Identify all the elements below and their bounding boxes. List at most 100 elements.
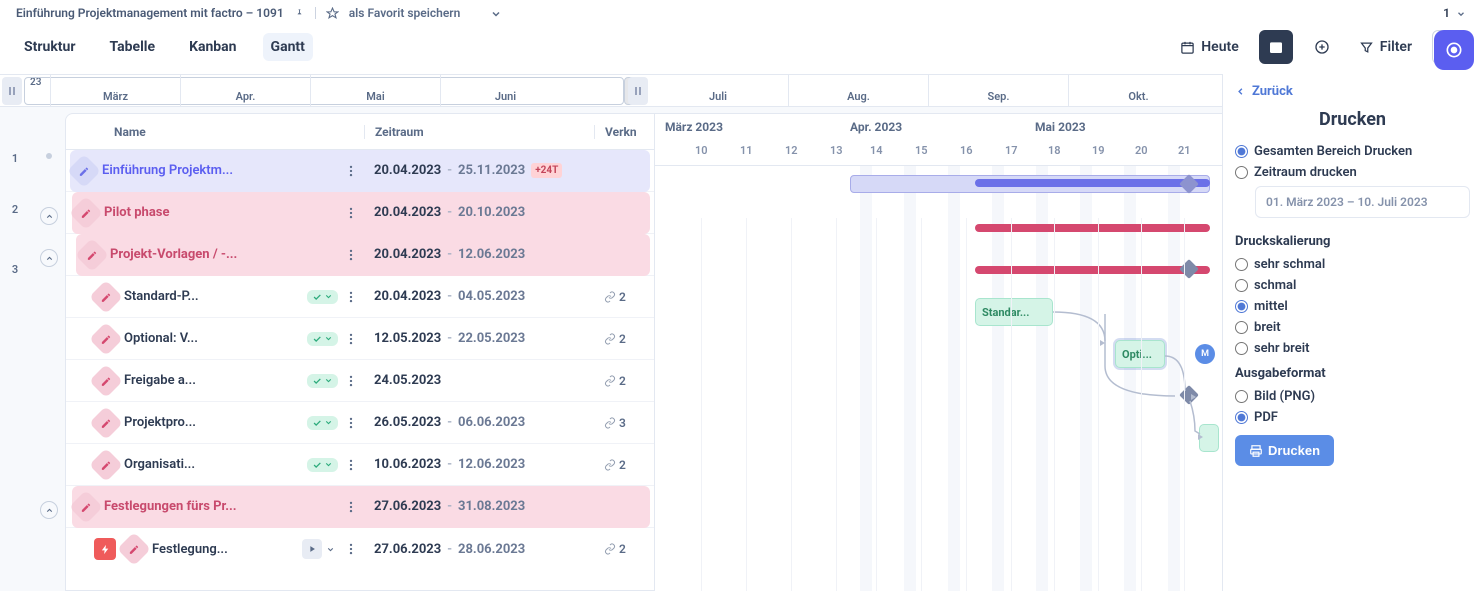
row-name[interactable]: Freigabe a... <box>118 373 307 388</box>
back-button[interactable]: Zurück <box>1235 84 1470 99</box>
row-zeitraum: 20.04.2023 - 20.10.2023 <box>364 205 594 220</box>
tab-kanban[interactable]: Kanban <box>181 33 244 61</box>
row-more-icon[interactable] <box>338 410 364 436</box>
pencil-icon[interactable] <box>69 196 103 230</box>
level-column: 1 2 3 <box>0 107 30 591</box>
table-row[interactable]: Festlegung...27.06.2023 - 28.06.2023 2 <box>66 528 654 570</box>
mini-timeline[interactable]: 23 März Apr. Mai Juni Juli Aug. Sep. Okt… <box>0 75 1222 107</box>
link-count[interactable]: 2 <box>594 458 654 472</box>
table-row[interactable]: Pilot phase 20.04.2023 - 20.10.2023 <box>66 192 654 234</box>
radio-print-all[interactable]: Gesamten Bereich Drucken <box>1235 144 1470 159</box>
user-chevron-icon[interactable] <box>1456 6 1466 20</box>
play-icon[interactable] <box>302 539 322 559</box>
link-count[interactable]: 2 <box>594 542 654 556</box>
link-count[interactable]: 2 <box>594 290 654 304</box>
row-name[interactable]: Festlegung... <box>146 542 302 557</box>
row-name[interactable]: Festlegungen fürs Pr... <box>98 499 338 514</box>
row-more-icon[interactable] <box>338 494 364 520</box>
print-button[interactable]: Drucken <box>1235 435 1334 466</box>
row-name[interactable]: Organisati... <box>118 457 307 472</box>
chevron-down-icon[interactable] <box>490 6 502 20</box>
avatar[interactable]: M <box>1195 344 1215 364</box>
col-verknuepft[interactable]: Verkn <box>594 125 654 139</box>
star-icon[interactable] <box>326 6 339 20</box>
link-count[interactable]: 3 <box>594 416 654 430</box>
pencil-icon[interactable] <box>89 448 123 482</box>
status-done[interactable] <box>307 332 338 346</box>
pencil-icon[interactable] <box>69 490 103 524</box>
pencil-icon[interactable] <box>89 322 123 356</box>
row-more-icon[interactable] <box>338 536 364 562</box>
row-more-icon[interactable] <box>338 158 364 184</box>
timeline-right-handle[interactable] <box>628 77 648 105</box>
row-more-icon[interactable] <box>338 368 364 394</box>
row-name[interactable]: Optional: V... <box>118 331 307 346</box>
week-label: 18 <box>1048 144 1061 157</box>
play-chevron[interactable] <box>322 539 338 559</box>
gantt-task-projekt[interactable] <box>1199 424 1219 452</box>
row-name[interactable]: Projektpro... <box>118 415 307 430</box>
gantt-task-standard[interactable]: Standar... <box>975 298 1053 326</box>
col-zeitraum[interactable]: Zeitraum <box>364 125 594 139</box>
table-row[interactable]: Optional: V...12.05.2023 - 22.05.2023 2 <box>66 318 654 360</box>
collapse-node[interactable] <box>40 207 58 225</box>
status-done[interactable] <box>307 458 338 472</box>
status-done[interactable] <box>307 290 338 304</box>
row-name[interactable]: Standard-P... <box>118 289 307 304</box>
pencil-icon[interactable] <box>117 532 151 566</box>
row-more-icon[interactable] <box>338 452 364 478</box>
status-done[interactable] <box>307 374 338 388</box>
row-more-icon[interactable] <box>338 284 364 310</box>
tab-tabelle[interactable]: Tabelle <box>102 33 164 61</box>
row-name[interactable]: Einführung Projektm... <box>96 163 338 178</box>
row-more-icon[interactable] <box>338 200 364 226</box>
collapse-node[interactable] <box>40 249 58 267</box>
radio-scale-0[interactable]: sehr schmal <box>1235 257 1470 272</box>
user-badge[interactable]: 1 <box>1443 6 1450 20</box>
gantt-task-optional[interactable]: Opti... <box>1115 340 1165 368</box>
radio-print-range[interactable]: Zeitraum drucken <box>1235 165 1470 180</box>
gantt-chart[interactable]: März 2023Apr. 2023Mai 202310111213141516… <box>655 113 1222 591</box>
col-name[interactable]: Name <box>106 125 364 139</box>
link-count[interactable]: 2 <box>594 374 654 388</box>
pencil-icon[interactable] <box>67 154 101 188</box>
add-button[interactable] <box>1305 30 1339 64</box>
table-row[interactable]: Festlegungen fürs Pr...27.06.2023 - 31.0… <box>66 486 654 528</box>
target-fab[interactable] <box>1434 30 1474 70</box>
table-row[interactable]: Projekt-Vorlagen / -...20.04.2023 - 12.0… <box>66 234 654 276</box>
pencil-icon[interactable] <box>89 280 123 314</box>
pin-icon[interactable] <box>294 6 305 20</box>
timeline-left-handle[interactable] <box>2 77 22 105</box>
link-count[interactable]: 2 <box>594 332 654 346</box>
collapse-node[interactable] <box>40 501 58 519</box>
radio-scale-1[interactable]: schmal <box>1235 278 1470 293</box>
row-name[interactable]: Projekt-Vorlagen / -... <box>104 247 338 262</box>
radio-scale-3[interactable]: breit <box>1235 320 1470 335</box>
tab-gantt[interactable]: Gantt <box>263 33 313 61</box>
radio-format-png[interactable]: Bild (PNG) <box>1235 389 1470 404</box>
week-label: 13 <box>830 144 843 157</box>
today-button[interactable]: Heute <box>1172 33 1247 61</box>
table-row[interactable]: Organisati...10.06.2023 - 12.06.2023 2 <box>66 444 654 486</box>
table-row[interactable]: Projektpro...26.05.2023 - 06.06.2023 3 <box>66 402 654 444</box>
row-name[interactable]: Pilot phase <box>98 205 338 220</box>
panel-title: Drucken <box>1235 109 1470 130</box>
pencil-icon[interactable] <box>89 406 123 440</box>
row-more-icon[interactable] <box>338 326 364 352</box>
table-row[interactable]: Einführung Projektm...20.04.2023 - 25.11… <box>66 150 654 192</box>
favorite-label[interactable]: als Favorit speichern <box>349 6 461 20</box>
table-row[interactable]: Freigabe a...24.05.2023 2 <box>66 360 654 402</box>
row-more-icon[interactable] <box>338 242 364 268</box>
radio-scale-4[interactable]: sehr breit <box>1235 341 1470 356</box>
pencil-icon[interactable] <box>89 364 123 398</box>
table-row[interactable]: Standard-P...20.04.2023 - 04.05.2023 2 <box>66 276 654 318</box>
date-range-chip[interactable]: 01. März 2023 – 10. Juli 2023 <box>1255 186 1470 218</box>
radio-format-pdf[interactable]: PDF <box>1235 410 1470 425</box>
pencil-icon[interactable] <box>75 238 109 272</box>
status-done[interactable] <box>307 416 338 430</box>
filter-button[interactable]: Filter <box>1351 33 1420 61</box>
radio-scale-2[interactable]: mittel <box>1235 299 1470 314</box>
calendar-solid-button[interactable] <box>1259 30 1293 64</box>
tab-struktur[interactable]: Struktur <box>16 33 84 61</box>
milestone-freigabe[interactable] <box>1179 385 1199 405</box>
